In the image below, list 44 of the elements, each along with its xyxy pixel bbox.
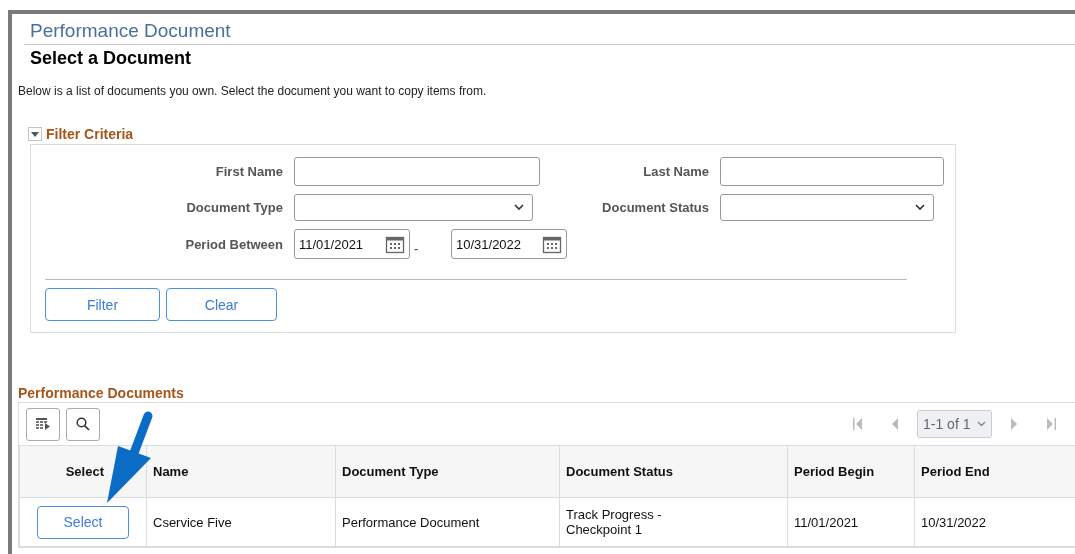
section-title: Performance Documents — [18, 385, 185, 401]
column-header: Period Begin — [787, 445, 915, 498]
field-label: Last Name — [642, 164, 709, 179]
page-heading: Select a Document — [29, 47, 193, 69]
last-name-field[interactable] — [720, 157, 944, 186]
search-button[interactable] — [66, 407, 100, 441]
table-cell: Track Progress - Checkpoint 1 — [559, 497, 788, 547]
chevron-down-icon — [977, 421, 986, 427]
field-label: Period Between — [184, 236, 283, 252]
clear-button[interactable]: Clear — [166, 288, 277, 321]
date-field[interactable]: 11/01/2021 — [294, 229, 410, 259]
date-field[interactable]: 10/31/2022 — [451, 229, 567, 259]
table-cell: 11/01/2021 — [787, 497, 915, 547]
next-page-icon[interactable] — [1010, 418, 1018, 430]
page-title: Performance Document — [24, 20, 1075, 45]
page-dropdown[interactable]: 1-1 of 1 — [917, 410, 992, 438]
search-icon — [76, 417, 90, 431]
chevron-down-icon — [514, 204, 524, 211]
grid-options-button[interactable] — [26, 407, 60, 441]
previous-page-icon[interactable] — [891, 418, 899, 430]
section-title: Filter Criteria — [46, 126, 134, 142]
calendar-icon[interactable] — [385, 234, 405, 254]
table-cell: Performance Document — [335, 497, 560, 547]
filter-button[interactable]: Filter — [45, 288, 160, 321]
calendar-icon[interactable] — [542, 234, 562, 254]
field-label: Document Type — [185, 200, 283, 215]
description-text: Below is a list of documents you own. Select the document you want to copy items from. — [18, 84, 488, 98]
column-header: Period End — [914, 445, 1075, 498]
field-label: First Name — [214, 164, 283, 179]
column-header: Name — [146, 445, 336, 498]
first-name-field[interactable] — [294, 157, 540, 186]
first-page-icon[interactable] — [853, 418, 863, 430]
select-button[interactable]: Select — [37, 505, 129, 539]
document-type-dropdown[interactable] — [294, 194, 533, 221]
table-cell: Cservice Five — [146, 497, 336, 547]
column-header: Document Status — [559, 445, 788, 498]
range-separator: - — [413, 239, 420, 256]
chevron-down-icon — [915, 204, 925, 211]
last-page-icon[interactable] — [1046, 418, 1056, 430]
document-status-dropdown[interactable] — [720, 194, 934, 221]
collapse-toggle-icon[interactable] — [28, 127, 42, 141]
table-export-icon — [36, 418, 50, 430]
column-header: Document Type — [335, 445, 560, 498]
field-label: Document Status — [601, 200, 709, 215]
